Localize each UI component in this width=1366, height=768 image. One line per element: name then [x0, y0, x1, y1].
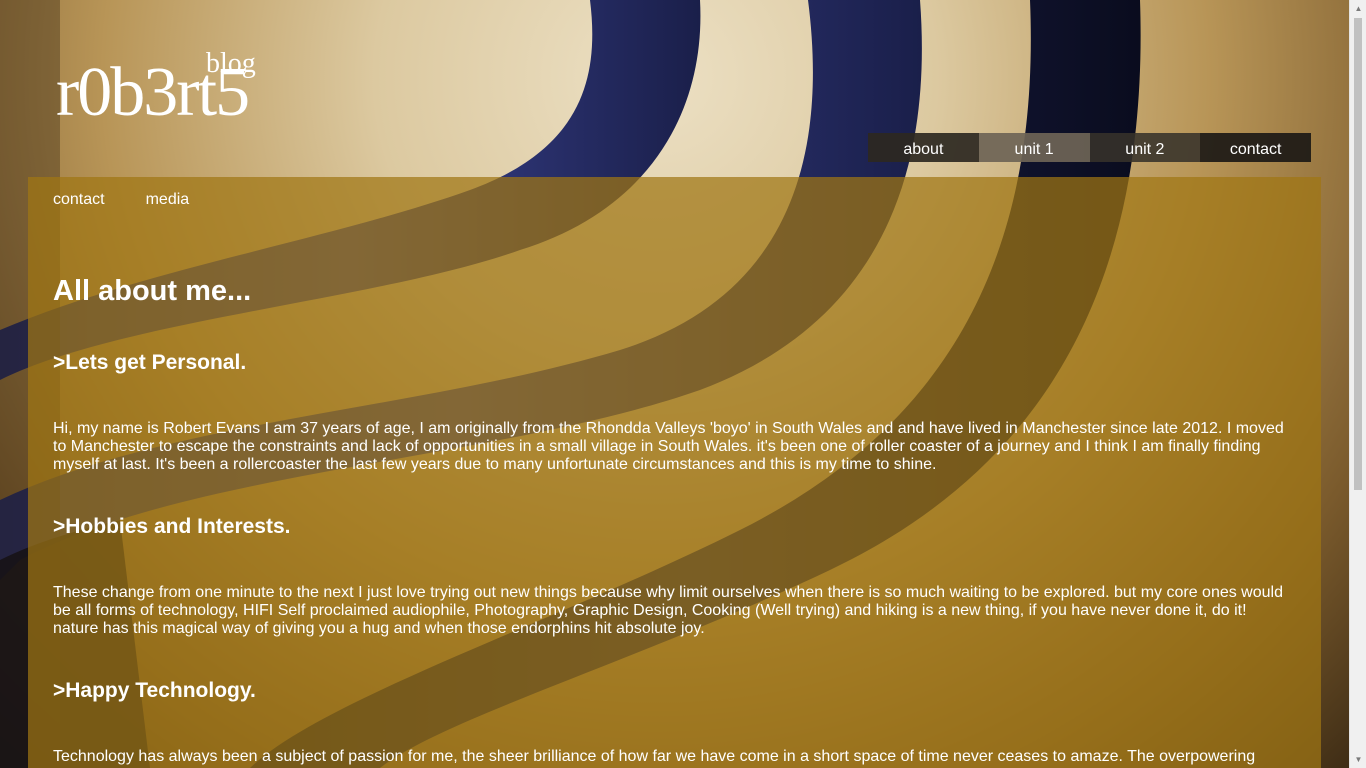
nav-item-unit-2[interactable]: unit 2: [1089, 133, 1201, 162]
sub-navigation: contact media: [53, 191, 230, 209]
content-panel: contact media All about me... >Lets get …: [28, 177, 1321, 768]
page-title: All about me...: [53, 275, 252, 307]
section-heading-technology: >Happy Technology.: [53, 679, 256, 702]
site-logo[interactable]: r0b3rt5 blog: [56, 48, 256, 128]
scroll-down-icon[interactable]: ▼: [1350, 751, 1366, 768]
section-text-technology: Technology has always been a subject of …: [53, 748, 1256, 765]
section-heading-hobbies: >Hobbies and Interests.: [53, 515, 291, 538]
section-heading-personal: >Lets get Personal.: [53, 351, 247, 374]
sub-nav-item-media[interactable]: media: [146, 191, 190, 209]
top-navigation: about unit 1 unit 2 contact: [868, 133, 1311, 162]
logo-subtitle: blog: [206, 48, 256, 79]
nav-item-contact[interactable]: contact: [1200, 133, 1311, 162]
vertical-scrollbar[interactable]: ▲ ▼: [1349, 0, 1366, 768]
section-text-personal: Hi, my name is Robert Evans I am 37 year…: [53, 420, 1284, 473]
scroll-up-icon[interactable]: ▲: [1350, 0, 1366, 17]
section-text-hobbies: These change from one minute to the next…: [53, 584, 1283, 637]
nav-item-unit-1[interactable]: unit 1: [978, 133, 1090, 162]
sub-nav-item-contact[interactable]: contact: [53, 191, 105, 209]
scrollbar-thumb[interactable]: [1354, 18, 1362, 490]
nav-item-about[interactable]: about: [868, 133, 979, 162]
